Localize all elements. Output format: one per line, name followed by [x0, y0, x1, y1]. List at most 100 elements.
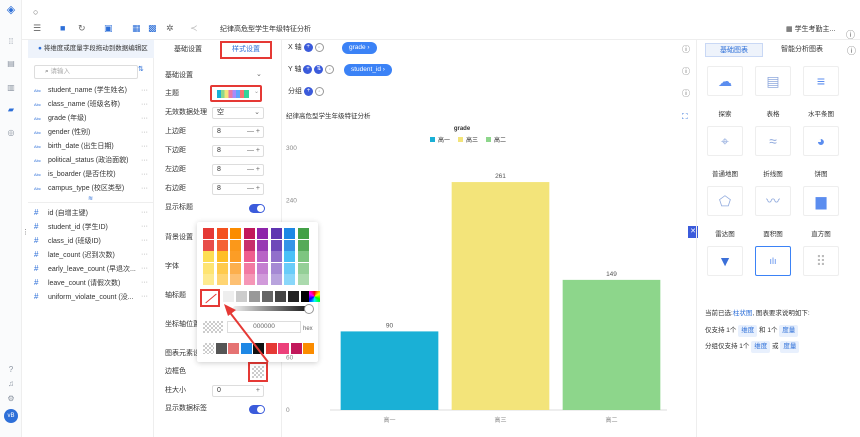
chart-type-option[interactable]: ⬠ [707, 186, 743, 216]
color-swatch[interactable] [270, 228, 282, 239]
color-swatch[interactable] [243, 251, 255, 262]
color-swatch[interactable] [257, 274, 268, 285]
chart-type-option[interactable]: ▆ [803, 186, 839, 216]
chevron-down-icon[interactable]: ⌄ [256, 70, 262, 78]
show-label-toggle[interactable] [249, 405, 265, 414]
legend-item[interactable]: 高三 [466, 136, 478, 144]
color-swatch[interactable] [243, 262, 255, 274]
color-swatch[interactable] [203, 262, 214, 274]
color-swatch[interactable] [203, 228, 214, 239]
chart-type-option[interactable]: ≈ [755, 126, 791, 156]
chart-type-option[interactable]: ⌖ [707, 126, 743, 156]
info-icon[interactable]: ⓘ [682, 66, 690, 77]
color-swatch[interactable] [257, 228, 268, 239]
legend-swatch[interactable] [486, 137, 491, 142]
color-swatch[interactable] [230, 251, 241, 262]
field-item[interactable]: # leave_count (请假次数) ··· [34, 276, 152, 289]
field-search-input[interactable]: ⌕ 请输入 [34, 65, 138, 79]
bar[interactable] [562, 279, 661, 410]
save-icon[interactable]: ■ [60, 22, 65, 34]
field-item[interactable]: Abc political_status (政治面貌) ··· [34, 154, 152, 167]
color-swatch[interactable] [270, 262, 282, 274]
chart-type-option[interactable]: ≡ [803, 66, 839, 96]
tab-basic-charts[interactable]: 基础图表 [705, 43, 763, 57]
field-item[interactable]: # early_leave_count (早退次... ··· [34, 262, 152, 275]
add-icon[interactable]: + [303, 86, 313, 96]
avatar[interactable]: vB [4, 409, 18, 423]
chart-type-option[interactable]: ▼ [707, 246, 743, 276]
color-swatch[interactable] [257, 251, 268, 262]
recent-color-swatch[interactable] [203, 343, 214, 354]
color-swatch[interactable] [270, 239, 282, 251]
chart-type-option[interactable]: ılı [755, 246, 791, 276]
color-swatch[interactable] [230, 239, 241, 251]
legend-item[interactable]: 高一 [438, 136, 450, 144]
color-swatch[interactable] [216, 274, 228, 285]
settings-circle-icon[interactable]: ◎ [5, 127, 17, 139]
color-swatch[interactable] [243, 274, 255, 285]
color-swatch[interactable] [203, 274, 214, 285]
settings-icon[interactable]: ✲ [166, 22, 174, 34]
tab-smart-charts[interactable]: 智能分析图表 [773, 43, 831, 57]
filter-icon[interactable]: ◦ [314, 42, 324, 52]
report-title[interactable]: 纪律高危型学生年级特征分析 [220, 24, 311, 34]
field-item[interactable]: Abc birth_date (出生日期) ··· [34, 140, 152, 153]
field-item[interactable]: # class_id (班级ID) ··· [34, 234, 152, 247]
filter-icon[interactable]: ◦ [314, 86, 324, 96]
x-axis-field-pill[interactable]: grade › [342, 42, 377, 54]
layout-icon[interactable]: ▣ [104, 22, 113, 34]
chart-type-option[interactable]: 〰 [755, 186, 791, 216]
sort-icon[interactable]: ⇅ [314, 64, 324, 74]
chart-type-option[interactable]: ☁ [707, 66, 743, 96]
no-color-swatch[interactable] [200, 289, 220, 307]
field-item[interactable]: # uniform_violate_count (没... ··· [34, 290, 152, 303]
chart-type-option[interactable]: ▤ [755, 66, 791, 96]
legend-swatch[interactable] [430, 137, 435, 142]
field-item[interactable]: # late_count (迟到次数) ··· [34, 248, 152, 261]
color-swatch[interactable] [257, 262, 268, 274]
info-icon[interactable]: ⓘ [682, 88, 690, 99]
y-axis-field-pill[interactable]: student_id › [344, 64, 392, 76]
export-icon[interactable]: ▦ [132, 22, 141, 34]
field-item[interactable]: Abc is_boarder (是否住校) ··· [34, 168, 152, 181]
bell-icon[interactable]: ♫ [5, 378, 17, 390]
show-title-toggle[interactable] [249, 204, 265, 213]
right-margin-stepper[interactable]: 8— + [212, 183, 264, 195]
theme-selector[interactable]: ⌄ [210, 85, 262, 102]
folder-icon[interactable]: ▰ [5, 104, 17, 116]
add-icon[interactable]: + [303, 64, 313, 74]
color-swatch[interactable] [216, 239, 228, 251]
grid-icon[interactable]: ⁞⁞ [5, 36, 17, 48]
bar[interactable] [340, 331, 439, 410]
field-item[interactable]: Abc class_name (班级名称) ··· [34, 98, 152, 111]
field-item[interactable]: Abc gender (性别) ··· [34, 126, 152, 139]
legend-swatch[interactable] [458, 137, 463, 142]
bar[interactable] [451, 182, 550, 410]
info-icon[interactable]: ⓘ [847, 44, 856, 57]
bottom-margin-stepper[interactable]: 8— + [212, 145, 264, 157]
database-icon[interactable]: ▤ [5, 58, 17, 70]
color-swatch[interactable] [203, 239, 214, 251]
filter-icon[interactable]: ◦ [325, 64, 335, 74]
color-swatch[interactable] [270, 251, 282, 262]
info-icon[interactable]: ⓘ [682, 44, 690, 55]
field-item[interactable]: # id (自增主键) ··· [34, 206, 152, 219]
tab-style-settings[interactable]: 样式设置 [220, 41, 272, 59]
legend-item[interactable]: 高二 [494, 136, 506, 144]
gear-icon[interactable]: ⚙ [5, 393, 17, 405]
help-icon[interactable]: ? [5, 364, 17, 376]
color-swatch[interactable] [243, 239, 255, 251]
field-item[interactable]: Abc grade (年级) ··· [34, 112, 152, 125]
field-item[interactable]: Abc campus_type (校区类型) ··· [34, 182, 152, 195]
left-margin-stepper[interactable]: 8— + [212, 164, 264, 176]
sort-icon[interactable]: ⇅ [138, 65, 144, 73]
refresh-icon[interactable]: ○ [33, 6, 38, 18]
sync-icon[interactable]: ↻ [78, 22, 86, 34]
color-swatch[interactable] [230, 262, 241, 274]
color-swatch[interactable] [230, 228, 241, 239]
expand-icon[interactable]: ≋ [88, 195, 93, 202]
color-swatch[interactable] [216, 251, 228, 262]
view-icon[interactable]: ▩ [148, 22, 157, 34]
color-swatch[interactable] [203, 251, 214, 262]
chart-type-option[interactable]: ◕ [803, 126, 839, 156]
